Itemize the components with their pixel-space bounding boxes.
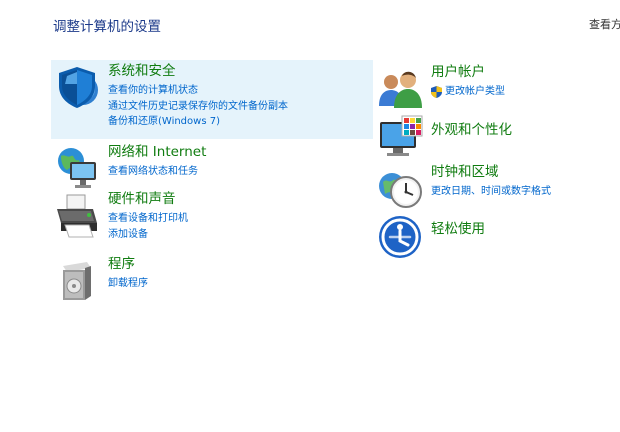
ease-of-access-icon	[376, 213, 424, 261]
category-title-link[interactable]: 用户帐户	[431, 64, 505, 81]
link-change-date-time-format[interactable]: 更改日期、时间或数字格式	[431, 184, 551, 200]
security-shield-icon	[53, 62, 101, 110]
category-user-accounts[interactable]: 用户帐户 更改帐户类型	[374, 62, 614, 108]
category-title-link[interactable]: 外观和个性化	[431, 122, 512, 139]
network-globe-icon	[53, 144, 101, 192]
link-file-history-backup[interactable]: 通过文件历史记录保存你的文件备份副本	[108, 99, 288, 115]
category-title-link[interactable]: 时钟和区域	[431, 164, 551, 181]
category-title-link[interactable]: 程序	[108, 256, 148, 273]
page-title: 调整计算机的设置	[53, 19, 161, 35]
link-uninstall-program[interactable]: 卸载程序	[108, 276, 148, 292]
category-title-link[interactable]: 网络和 Internet	[108, 144, 206, 161]
programs-box-icon	[53, 256, 101, 304]
link-change-account-type[interactable]: 更改帐户类型	[445, 84, 505, 100]
view-by-label[interactable]: 查看方	[589, 16, 620, 32]
category-ease-of-access[interactable]: 轻松使用	[374, 211, 614, 258]
users-icon	[376, 64, 424, 112]
category-title-link[interactable]: 硬件和声音	[108, 191, 188, 208]
category-clock-region[interactable]: 时钟和区域 更改日期、时间或数字格式	[374, 162, 614, 208]
category-hardware-sound[interactable]: 硬件和声音 查看设备和打印机 添加设备	[51, 189, 373, 247]
link-view-network-status[interactable]: 查看网络状态和任务	[108, 164, 206, 180]
uac-shield-icon	[431, 85, 442, 98]
category-system-security[interactable]: 系统和安全 查看你的计算机状态 通过文件历史记录保存你的文件备份副本 备份和还原…	[51, 60, 373, 139]
monitor-palette-icon	[376, 114, 424, 162]
category-network-internet[interactable]: 网络和 Internet 查看网络状态和任务	[51, 142, 373, 188]
category-programs[interactable]: 程序 卸载程序	[51, 254, 373, 300]
link-add-device[interactable]: 添加设备	[108, 227, 188, 243]
category-title-link[interactable]: 轻松使用	[431, 221, 485, 238]
link-devices-printers[interactable]: 查看设备和打印机	[108, 211, 188, 227]
category-title-link[interactable]: 系统和安全	[108, 63, 288, 80]
category-appearance-personalization[interactable]: 外观和个性化	[374, 112, 614, 158]
link-backup-restore[interactable]: 备份和还原(Windows 7)	[108, 114, 288, 130]
clock-globe-icon	[376, 164, 424, 212]
link-view-computer-status[interactable]: 查看你的计算机状态	[108, 83, 288, 99]
printer-icon	[53, 191, 101, 239]
